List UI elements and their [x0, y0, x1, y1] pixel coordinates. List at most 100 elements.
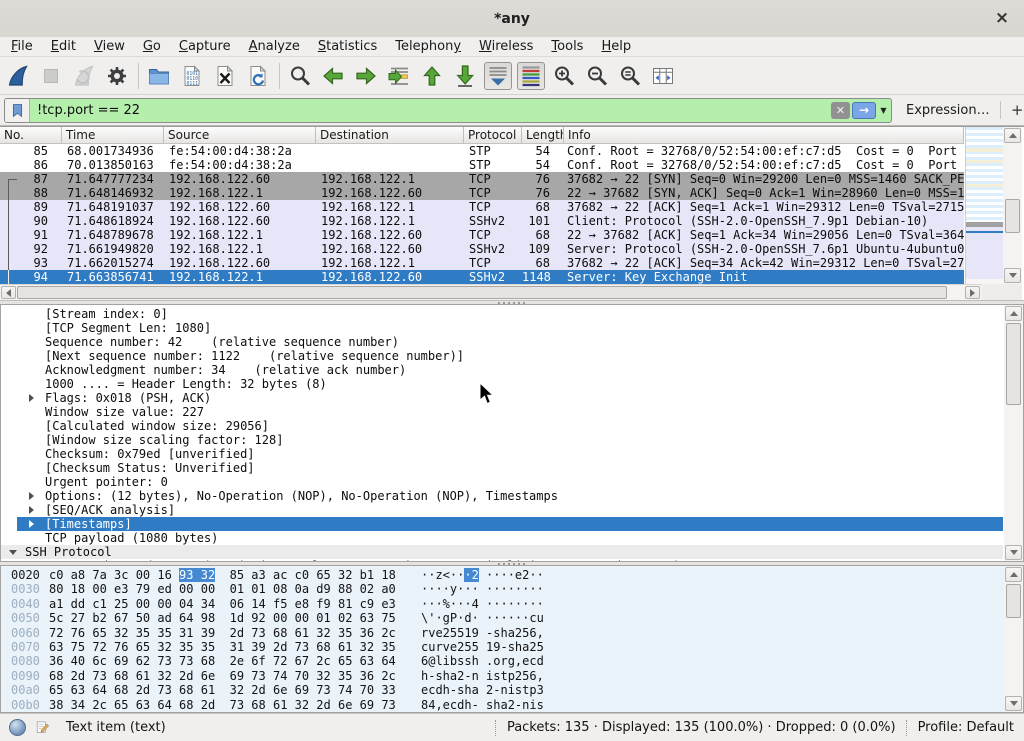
- menu-item-tools[interactable]: Tools: [542, 38, 592, 55]
- scrollbar-thumb[interactable]: [1005, 199, 1020, 233]
- filter-input[interactable]: !tcp.port == 22: [30, 103, 829, 118]
- find-packet-button[interactable]: [286, 62, 314, 90]
- column-header-no[interactable]: No.: [0, 127, 62, 143]
- menu-item-wireless[interactable]: Wireless: [470, 38, 542, 55]
- add-filter-button[interactable]: +: [1010, 101, 1024, 119]
- column-header-time[interactable]: Time: [62, 127, 164, 143]
- menu-item-go[interactable]: Go: [134, 38, 170, 55]
- menu-item-statistics[interactable]: Statistics: [309, 38, 386, 55]
- colorize-toggle[interactable]: [517, 62, 545, 90]
- hex-row[interactable]: 00b038 34 2c 65 63 64 68 2d 73 68 61 32 …: [1, 698, 1003, 712]
- scrollbar-thumb[interactable]: [1006, 584, 1021, 618]
- packet-row-91[interactable]: 9171.648789678192.168.122.1192.168.122.6…: [0, 228, 964, 242]
- packet-row-90[interactable]: 9071.648618924192.168.122.60192.168.122.…: [0, 214, 964, 228]
- hex-row[interactable]: 003080 18 00 e3 79 ed 00 00 01 01 08 0a …: [1, 582, 1003, 596]
- scrollbar-thumb[interactable]: [1006, 323, 1021, 405]
- detail-line[interactable]: Sequence number: 42 (relative sequence n…: [1, 335, 1003, 349]
- column-header-destination[interactable]: Destination: [316, 127, 464, 143]
- hex-row[interactable]: 0040a1 dd c1 25 00 00 04 34 06 14 f5 e8 …: [1, 597, 1003, 611]
- scroll-right-button[interactable]: [965, 286, 980, 299]
- detail-line[interactable]: [Checksum Status: Unverified]: [1, 461, 1003, 475]
- title-bar[interactable]: *any ×: [0, 0, 1024, 38]
- restart-capture-button[interactable]: [70, 62, 98, 90]
- expander-icon[interactable]: [29, 520, 34, 528]
- scroll-down-button[interactable]: [1005, 545, 1022, 560]
- stop-capture-button[interactable]: [37, 62, 65, 90]
- expander-icon[interactable]: [29, 492, 34, 500]
- capture-comment-icon[interactable]: [35, 720, 50, 735]
- expander-icon[interactable]: [29, 506, 34, 514]
- zoom-100-button[interactable]: [616, 62, 644, 90]
- menu-item-telephony[interactable]: Telephony: [386, 38, 470, 55]
- go-forward-button[interactable]: [352, 62, 380, 90]
- zoom-in-button[interactable]: [550, 62, 578, 90]
- filter-bookmark-button[interactable]: [5, 99, 30, 122]
- open-file-button[interactable]: [145, 62, 173, 90]
- filter-apply-button[interactable]: →: [852, 102, 876, 119]
- packet-row-87[interactable]: 8771.647777234192.168.122.60192.168.122.…: [0, 172, 964, 186]
- filter-dropdown-caret[interactable]: ▼: [876, 106, 891, 115]
- packet-row-88[interactable]: 8871.648146932192.168.122.1192.168.122.6…: [0, 186, 964, 200]
- scroll-down-button[interactable]: [1005, 696, 1022, 711]
- bytes-vscrollbar[interactable]: [1004, 566, 1023, 712]
- menu-item-analyze[interactable]: Analyze: [240, 38, 309, 55]
- packet-row-94[interactable]: 9471.663856741192.168.122.1192.168.122.6…: [0, 270, 964, 284]
- detail-line[interactable]: [Stream index: 0]: [1, 307, 1003, 321]
- scroll-up-button[interactable]: [1005, 306, 1022, 321]
- go-to-packet-button[interactable]: [385, 62, 413, 90]
- packet-row-89[interactable]: 8971.648191037192.168.122.60192.168.122.…: [0, 200, 964, 214]
- detail-line[interactable]: 1000 .... = Header Length: 32 bytes (8): [1, 377, 1003, 391]
- detail-line[interactable]: [Window size scaling factor: 128]: [1, 433, 1003, 447]
- status-profile[interactable]: Profile: Default: [918, 720, 1014, 735]
- packet-list-hscrollbar[interactable]: [0, 284, 982, 300]
- menu-item-view[interactable]: View: [85, 38, 134, 55]
- detail-line[interactable]: Flags: 0x018 (PSH, ACK): [1, 391, 1003, 405]
- scroll-left-button[interactable]: [1, 286, 16, 299]
- scrollbar-thumb[interactable]: [17, 286, 947, 299]
- expression-button[interactable]: Expression…: [906, 103, 990, 118]
- column-header-protocol[interactable]: Protocol: [464, 127, 522, 143]
- go-first-button[interactable]: [418, 62, 446, 90]
- expert-info-icon[interactable]: [9, 719, 26, 736]
- detail-line[interactable]: Options: (12 bytes), No-Operation (NOP),…: [1, 489, 1003, 503]
- hex-row[interactable]: 009068 2d 73 68 61 32 2d 6e 69 73 74 70 …: [1, 669, 1003, 683]
- detail-line[interactable]: Urgent pointer: 0: [1, 475, 1003, 489]
- column-header-info[interactable]: Info: [564, 127, 964, 143]
- packet-row-86[interactable]: 8670.013850163fe:54:00:d4:38:2aSTP54Conf…: [0, 158, 964, 172]
- packet-row-85[interactable]: 8568.001734936fe:54:00:d4:38:2aSTP54Conf…: [0, 144, 964, 158]
- go-back-button[interactable]: [319, 62, 347, 90]
- detail-line[interactable]: Acknowledgment number: 34 (relative ack …: [1, 363, 1003, 377]
- scroll-up-button[interactable]: [1004, 128, 1021, 143]
- menu-item-help[interactable]: Help: [592, 38, 640, 55]
- expander-icon[interactable]: [29, 394, 34, 402]
- reload-file-button[interactable]: [244, 62, 272, 90]
- hex-row[interactable]: 006072 76 65 32 35 35 31 39 2d 73 68 61 …: [1, 626, 1003, 640]
- scroll-down-button[interactable]: [1004, 268, 1021, 283]
- detail-line[interactable]: [Timestamps]: [1, 517, 1003, 531]
- capture-options-button[interactable]: [103, 62, 131, 90]
- expander-icon[interactable]: [9, 550, 17, 555]
- close-file-button[interactable]: [211, 62, 239, 90]
- column-header-source[interactable]: Source: [164, 127, 316, 143]
- save-file-button[interactable]: 010101100111: [178, 62, 206, 90]
- hex-row[interactable]: 00a065 63 64 68 2d 73 68 61 32 2d 6e 69 …: [1, 683, 1003, 697]
- details-vscrollbar[interactable]: [1004, 305, 1023, 561]
- detail-line[interactable]: [SEQ/ACK analysis]: [1, 503, 1003, 517]
- zoom-out-button[interactable]: [583, 62, 611, 90]
- hex-row[interactable]: 007063 75 72 76 65 32 35 35 31 39 2d 73 …: [1, 640, 1003, 654]
- menu-item-file[interactable]: File: [2, 38, 42, 55]
- hex-row[interactable]: 0020c0 a8 7a 3c 00 16 93 32 85 a3 ac c0 …: [1, 568, 1003, 582]
- packet-list-vscrollbar[interactable]: [1003, 127, 1022, 284]
- hex-row[interactable]: 008036 40 6c 69 62 73 73 68 2e 6f 72 67 …: [1, 654, 1003, 668]
- menu-item-capture[interactable]: Capture: [170, 38, 240, 55]
- detail-line[interactable]: TCP payload (1080 bytes): [1, 531, 1003, 545]
- hex-row[interactable]: 00505c 27 b2 67 50 ad 64 98 1d 92 00 00 …: [1, 611, 1003, 625]
- scroll-up-button[interactable]: [1005, 567, 1022, 582]
- auto-scroll-toggle[interactable]: [484, 62, 512, 90]
- packet-row-92[interactable]: 9271.661949820192.168.122.1192.168.122.6…: [0, 242, 964, 256]
- start-capture-button[interactable]: [4, 62, 32, 90]
- resize-columns-button[interactable]: [649, 62, 677, 90]
- filter-clear-button[interactable]: ✕: [831, 102, 850, 119]
- detail-line[interactable]: [TCP Segment Len: 1080]: [1, 321, 1003, 335]
- detail-line[interactable]: Window size value: 227: [1, 405, 1003, 419]
